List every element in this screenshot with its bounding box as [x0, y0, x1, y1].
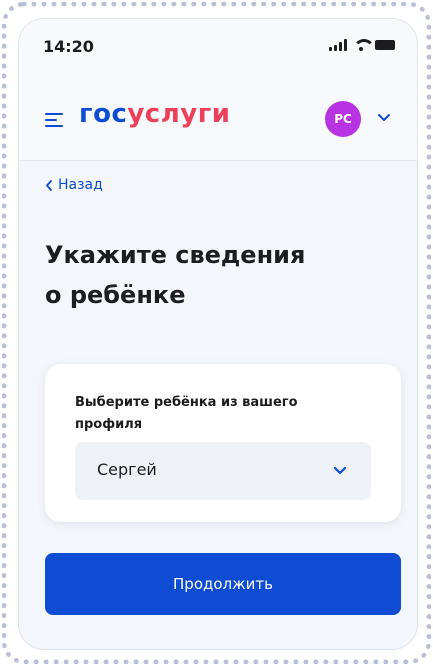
page-title-line1: Укажите сведения [45, 241, 306, 269]
status-bar: 14:20 [19, 19, 417, 75]
avatar[interactable]: PC [325, 101, 361, 137]
child-select[interactable]: Сергей [75, 442, 371, 500]
field-label: Выберите ребёнка из вашего профиля [75, 392, 365, 436]
logo-part-uslugi: услуги [127, 99, 231, 129]
page-title-line2: о ребёнке [45, 281, 186, 309]
page-title: Укажите сведения о ребёнке [45, 235, 385, 315]
status-time: 14:20 [43, 37, 94, 56]
status-icons [329, 39, 395, 51]
back-link[interactable]: Назад [45, 177, 103, 193]
back-link-label: Назад [58, 177, 103, 193]
chevron-left-icon [46, 179, 52, 191]
logo-part-gos: гос [79, 99, 128, 129]
chevron-down-icon [333, 466, 347, 475]
wifi-icon [353, 39, 375, 51]
child-select-value: Сергей [97, 460, 157, 479]
battery-icon [375, 40, 395, 50]
child-select-card: Выберите ребёнка из вашего профиля Серге… [45, 364, 401, 522]
menu-icon[interactable] [45, 113, 63, 127]
avatar-initials: PC [334, 112, 352, 126]
phone-screen: 14:20 госуслуги PC Назад Укажите сведени… [18, 18, 418, 650]
field-label-line2: профиля [75, 417, 143, 432]
signal-icon [329, 39, 347, 51]
app-header: госуслуги PC [19, 75, 417, 161]
chevron-down-icon[interactable] [377, 113, 391, 123]
continue-button[interactable]: Продолжить [45, 553, 401, 615]
gosuslugi-logo[interactable]: госуслуги [79, 99, 231, 129]
field-label-line1: Выберите ребёнка из вашего [75, 395, 298, 410]
